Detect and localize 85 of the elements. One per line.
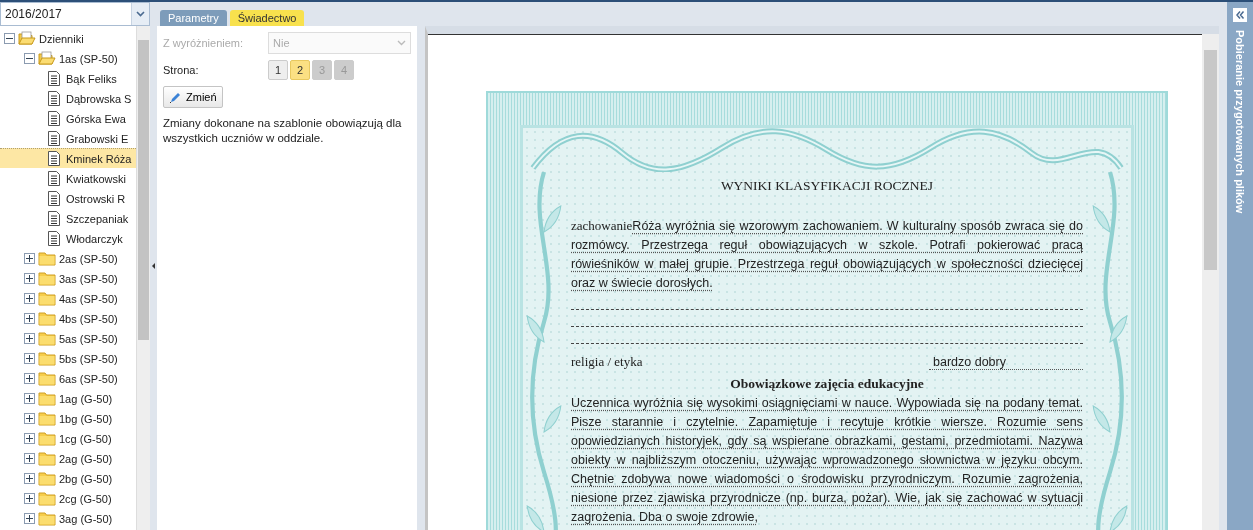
expander-icon[interactable] (24, 473, 35, 484)
tree-item[interactable]: Grabowski E (0, 128, 136, 148)
document-icon (48, 231, 60, 246)
side-panel-title: Pobieranie przygotowanych plików (1234, 30, 1246, 214)
tree-item[interactable]: 1bg (G-50) (0, 408, 136, 428)
tree-item[interactable]: Ostrowski R (0, 188, 136, 208)
change-button[interactable]: Zmień (163, 86, 223, 108)
folder-icon (38, 471, 56, 486)
folder-icon (38, 431, 56, 446)
tree-item[interactable]: 4bs (SP-50) (0, 308, 136, 328)
tree-item[interactable]: 1cg (G-50) (0, 428, 136, 448)
folder-icon (38, 391, 56, 406)
tab[interactable]: Świadectwo (229, 10, 305, 26)
pencil-icon (169, 90, 182, 104)
expander-icon[interactable] (24, 393, 35, 404)
expander-icon[interactable] (24, 273, 35, 284)
tree-item[interactable]: Górska Ewa (0, 108, 136, 128)
expander-icon[interactable] (24, 373, 35, 384)
open-folder-icon (18, 31, 36, 46)
grade-text: bardzo dobry (929, 355, 1083, 370)
tree-item[interactable]: Kminek Róża (0, 148, 136, 168)
certificate-title: WYNIKI KLASYFIKACJI ROCZNEJ (719, 178, 935, 194)
expander-icon[interactable] (24, 493, 35, 504)
document-icon (48, 191, 60, 206)
folder-icon (38, 291, 56, 306)
tree-item[interactable]: 2as (SP-50) (0, 248, 136, 268)
tree-item[interactable]: 1as (SP-50) (0, 48, 136, 68)
open-folder-icon (38, 51, 56, 66)
page-button[interactable]: 2 (290, 60, 310, 80)
tree-item[interactable]: 1ag (G-50) (0, 388, 136, 408)
tree-item[interactable]: 5bs (SP-50) (0, 348, 136, 368)
expander-icon[interactable] (24, 333, 35, 344)
tree-item[interactable]: 3as (SP-50) (0, 268, 136, 288)
expand-icon[interactable] (1233, 8, 1247, 22)
expander-icon[interactable] (24, 253, 35, 264)
expander-icon[interactable] (24, 53, 35, 64)
folder-icon (38, 511, 56, 526)
folder-icon (38, 371, 56, 386)
document-icon (48, 171, 60, 186)
assessment-text: Uczennica wyróżnia się wysokimi osiągnięciami w nauce. Wypowiada się na podany temat. Pisze starannie i czytelnie. Zapamiętuje i recytuje krótkie wiersze. Rozumie sens opowiedzianych historyjek, gdy są wspierane obrazkami, gestami, przedmiotami. Nazywa obiekty w najbliższym otoczeniu, używając wprowadzonego słownictwa w języku obcym. Chętnie zdobywa nowe wiadomości o środowisku przyrodniczym. Rozumie zagrożenia, niesione przez zjawiska przyrodnicze (np. burza, pożar). Wie, jak się zachować w sytuacji zagrożenia. Dba o swoje zdrowie, (571, 395, 1083, 526)
folder-icon (38, 351, 56, 366)
folder-icon (38, 411, 56, 426)
folder-icon (38, 311, 56, 326)
year-select[interactable]: 2016/2017 (0, 2, 150, 26)
field-label: Z wyróżnieniem: (163, 37, 245, 49)
note-text: Zmiany dokonane na szablonie obowiązują dla wszystkich uczniów w oddziale. (163, 116, 403, 146)
expander-icon[interactable] (24, 353, 35, 364)
section-heading: Obowiązkowe zajęcia edukacyjne (729, 376, 925, 392)
subject-label: religia / etyka (571, 354, 643, 370)
document-icon (48, 111, 60, 126)
field-label: Strona: (163, 64, 200, 76)
tree-item[interactable]: 3ag (G-50) (0, 508, 136, 528)
tree-item[interactable]: 2cg (G-50) (0, 488, 136, 508)
expander-icon[interactable] (24, 313, 35, 324)
expander-icon[interactable] (4, 33, 15, 44)
expander-icon[interactable] (24, 453, 35, 464)
document-icon (48, 91, 60, 106)
folder-icon (38, 491, 56, 506)
expander-icon[interactable] (24, 293, 35, 304)
expander-icon[interactable] (24, 433, 35, 444)
folder-icon (38, 331, 56, 346)
page-button[interactable]: 1 (268, 60, 288, 80)
folder-icon (38, 271, 56, 286)
expander-icon[interactable] (24, 513, 35, 524)
folder-icon (38, 251, 56, 266)
tree-item[interactable]: Dzienniki (0, 28, 136, 48)
behaviour-text: zachowanieRóża wyróżnia się wzorowym zachowaniem. W kulturalny sposób zwraca się do rozmówcy. Przestrzega reguł obowiązujących w szkole. Potrafi pokierować pracą rówieśników w małej grupie. Przestrzega reguł obowiązujących w społeczności dziecięcej oraz w świecie dorosłych. (571, 217, 1083, 292)
document-icon (48, 151, 60, 166)
tree-item[interactable]: Dąbrowska S (0, 88, 136, 108)
tree-item[interactable]: Włodarczyk (0, 228, 136, 248)
tree-item[interactable]: 6as (SP-50) (0, 368, 136, 388)
tree-item[interactable]: 4as (SP-50) (0, 288, 136, 308)
document-icon (48, 131, 60, 146)
tree-item[interactable]: 2bg (G-50) (0, 468, 136, 488)
tree-item[interactable]: Kwiatkowski (0, 168, 136, 188)
document-icon (48, 211, 60, 226)
tree-item[interactable]: Bąk Feliks (0, 68, 136, 88)
document-icon (48, 71, 60, 86)
tree-item[interactable]: 2ag (G-50) (0, 448, 136, 468)
scrollbar[interactable] (136, 26, 150, 530)
tree-item[interactable]: Szczepaniak (0, 208, 136, 228)
expander-icon[interactable] (24, 413, 35, 424)
folder-icon (38, 451, 56, 466)
scrollbar[interactable] (1202, 34, 1219, 530)
tree-item[interactable]: 5as (SP-50) (0, 328, 136, 348)
